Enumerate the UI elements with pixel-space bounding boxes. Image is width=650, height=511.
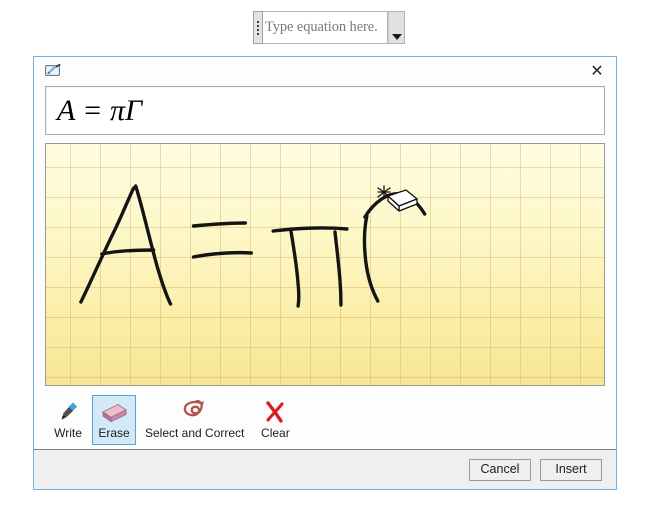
tool-erase-label: Erase bbox=[98, 426, 130, 440]
equation-content-control[interactable]: Type equation here. bbox=[253, 11, 405, 44]
dialog-footer: Cancel Insert bbox=[34, 449, 616, 489]
ink-strokes bbox=[79, 184, 427, 308]
tool-clear-label: Clear bbox=[261, 426, 290, 440]
chevron-down-icon[interactable] bbox=[388, 11, 405, 44]
tool-write-button[interactable]: Write bbox=[46, 395, 90, 445]
tool-select-and-correct-label: Select and Correct bbox=[145, 426, 245, 440]
drag-handle-icon[interactable] bbox=[253, 11, 263, 44]
equation-preview-text: A = πΓ bbox=[57, 93, 143, 127]
triangle-glyph bbox=[391, 34, 402, 40]
equation-placeholder-text: Type equation here. bbox=[265, 19, 378, 35]
insert-button[interactable]: Insert bbox=[540, 458, 602, 481]
lasso-icon bbox=[180, 399, 210, 425]
tool-select-and-correct-button[interactable]: Select and Correct bbox=[138, 395, 251, 445]
tool-clear-button[interactable]: Clear bbox=[253, 395, 297, 445]
eraser-icon bbox=[99, 399, 129, 425]
dialog-titlebar: ✕ bbox=[34, 57, 616, 86]
equation-preview-box: A = πΓ bbox=[45, 86, 605, 135]
equation-placeholder-field[interactable]: Type equation here. bbox=[263, 11, 388, 44]
tool-write-label: Write bbox=[54, 426, 82, 440]
cancel-button[interactable]: Cancel bbox=[469, 458, 531, 481]
close-icon[interactable]: ✕ bbox=[582, 59, 612, 85]
ink-tool-strip: Write Erase Select and Correct Clear bbox=[34, 395, 616, 447]
red-x-icon bbox=[263, 399, 287, 425]
pen-icon bbox=[56, 399, 80, 425]
tool-erase-button[interactable]: Erase bbox=[92, 395, 136, 445]
ink-writing-surface[interactable] bbox=[45, 143, 605, 386]
ink-equation-dialog: ✕ A = πΓ Write Erase Select and Correct … bbox=[33, 56, 617, 490]
ink-pad-icon bbox=[45, 63, 63, 78]
